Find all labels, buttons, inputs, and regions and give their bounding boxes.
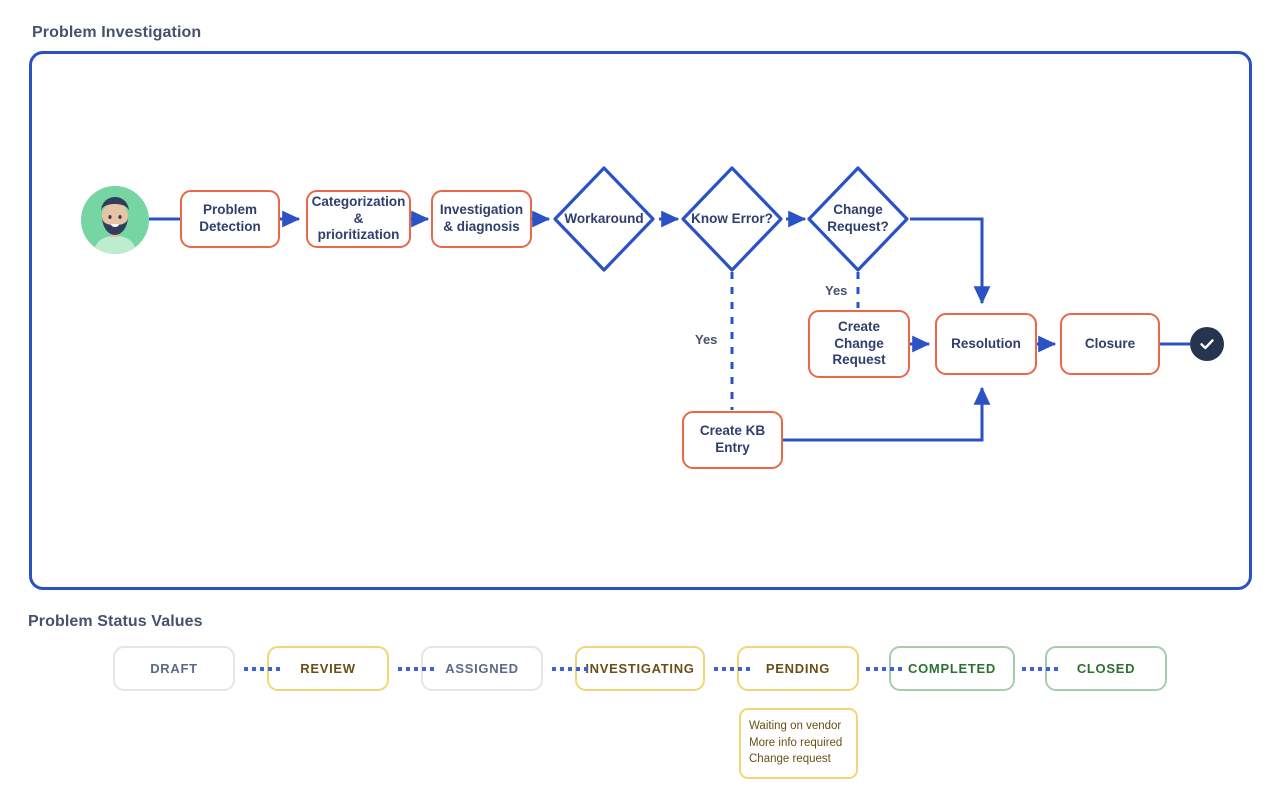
- node-resolution[interactable]: Resolution: [935, 313, 1037, 375]
- status-connector-dots: [552, 667, 588, 671]
- node-line-1: Resolution: [951, 335, 1021, 351]
- pending-reasons-tooltip: Waiting on vendor More info required Cha…: [739, 708, 858, 780]
- page-title-problem-investigation: Problem Investigation: [32, 24, 202, 41]
- node-line-1: Closure: [1084, 335, 1136, 351]
- tooltip-line-2: More info required: [749, 736, 843, 749]
- node-create-change-request[interactable]: Create Change Request: [808, 310, 910, 378]
- tooltip-line-1: Waiting on vendor: [749, 720, 842, 732]
- node-line-1: Create Change: [834, 318, 884, 351]
- decision-workaround[interactable]: Workaround: [549, 162, 659, 276]
- status-pill-investigating[interactable]: INVESTIGATING: [575, 646, 705, 691]
- node-line-1: Create KB: [699, 423, 766, 439]
- status-values-row: DRAFT REVIEW ASSIGNED INVESTIGATING PEND…: [0, 646, 1280, 698]
- status-pill-draft[interactable]: DRAFT: [113, 646, 235, 691]
- page-title-problem-status-values: Problem Status Values: [28, 613, 203, 630]
- status-pill-closed[interactable]: CLOSED: [1045, 646, 1167, 691]
- decision-line-1: Change: [833, 202, 883, 218]
- decision-know-error[interactable]: Know Error?: [677, 162, 787, 276]
- check-icon: [1190, 327, 1224, 361]
- node-line-2: Request: [832, 352, 886, 368]
- edge-label-know-error-yes: Yes: [695, 332, 718, 347]
- node-create-kb-entry[interactable]: Create KB Entry: [682, 411, 783, 469]
- node-investigation-diagnosis[interactable]: Investigation & diagnosis: [431, 190, 532, 248]
- node-problem-detection[interactable]: Problem Detection: [180, 190, 280, 248]
- status-pill-assigned[interactable]: ASSIGNED: [421, 646, 543, 691]
- decision-line-2: Request?: [827, 219, 889, 234]
- decision-line-1: Workaround: [564, 210, 644, 226]
- status-connector-dots: [866, 667, 902, 671]
- node-line-2: & prioritization: [317, 210, 400, 243]
- node-closure[interactable]: Closure: [1060, 313, 1160, 375]
- status-pill-completed[interactable]: COMPLETED: [889, 646, 1015, 691]
- page-root: Problem Investigation Problem Detection …: [0, 0, 1280, 800]
- status-connector-dots: [1022, 667, 1058, 671]
- node-categorization-prioritization[interactable]: Categorization & prioritization: [306, 190, 411, 248]
- status-pill-review[interactable]: REVIEW: [267, 646, 389, 691]
- decision-line-1: Know Error?: [691, 210, 773, 226]
- status-connector-dots: [398, 667, 434, 671]
- node-line-1: Investigation: [439, 202, 524, 218]
- tooltip-line-3: Change request: [749, 753, 831, 766]
- node-line-1: Problem: [202, 202, 257, 218]
- decision-change-request[interactable]: Change Request?: [803, 162, 913, 276]
- node-line-1: Categorization: [311, 193, 406, 209]
- node-line-2: Entry: [715, 440, 750, 455]
- status-pill-pending[interactable]: PENDING: [737, 646, 859, 691]
- user-avatar: [81, 186, 149, 254]
- status-connector-dots: [714, 667, 750, 671]
- status-connector-dots: [244, 667, 280, 671]
- node-line-2: & diagnosis: [443, 219, 520, 234]
- node-line-2: Detection: [199, 219, 261, 234]
- edge-label-change-request-yes: Yes: [825, 283, 848, 298]
